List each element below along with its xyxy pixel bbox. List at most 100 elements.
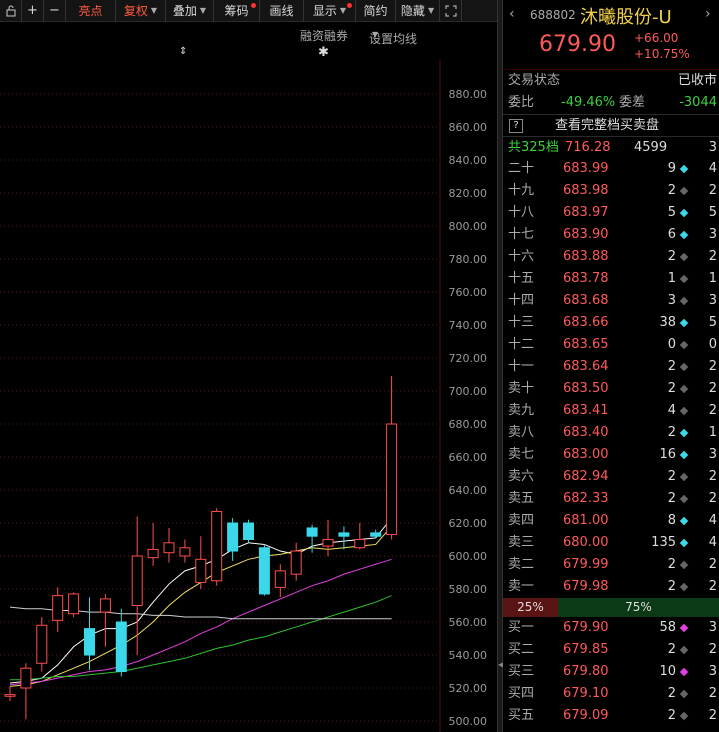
level-volume: 10 bbox=[659, 664, 676, 679]
level-count: 2 bbox=[708, 359, 717, 374]
collapse-arrow-icon[interactable]: ◀ bbox=[498, 660, 504, 669]
kline-chart[interactable]: 880.00 860.00 840.00 820.00 800.00 780.00 760.… bbox=[0, 0, 497, 732]
lock-icon[interactable] bbox=[0, 0, 22, 22]
ask-level-row[interactable]: 卖五 682.33 2 2 bbox=[503, 488, 719, 510]
weicha-label: 委差 bbox=[619, 95, 646, 110]
order-change-marker-icon bbox=[679, 645, 689, 655]
candle-up bbox=[131, 555, 143, 606]
level-volume: 2 bbox=[667, 579, 676, 594]
simple-button[interactable]: 简约 bbox=[356, 0, 396, 22]
order-change-marker-icon bbox=[679, 296, 689, 306]
candle-down bbox=[370, 532, 382, 537]
hide-button[interactable]: 隐藏 ▼ bbox=[396, 0, 440, 22]
level-label: 买四 bbox=[508, 686, 535, 701]
candle-up bbox=[20, 667, 32, 689]
ask-level-row[interactable]: 十四 683.68 3 3 bbox=[503, 290, 719, 312]
level-label: 卖一 bbox=[508, 579, 535, 594]
order-change-marker-icon bbox=[679, 450, 689, 460]
total-levels-row: 共325档 716.28 4599 3 bbox=[503, 136, 719, 158]
ask-level-row[interactable]: 卖八 683.40 2 1 bbox=[503, 422, 719, 444]
candle-up bbox=[386, 423, 398, 536]
order-change-marker-icon bbox=[679, 428, 689, 438]
ask-level-row[interactable]: 卖九 683.41 4 2 bbox=[503, 400, 719, 422]
ask-level-row[interactable]: 十五 683.78 1 1 bbox=[503, 268, 719, 290]
ask-level-row[interactable]: 卖七 683.00 16 3 bbox=[503, 444, 719, 466]
level-volume: 2 bbox=[667, 425, 676, 440]
help-icon[interactable]: ? bbox=[509, 119, 523, 133]
zoom-in-icon[interactable]: + bbox=[22, 0, 44, 22]
level-volume: 9 bbox=[667, 161, 676, 176]
ask-level-row[interactable]: 卖三 680.00 135 4 bbox=[503, 532, 719, 554]
bid-level-row[interactable]: 买一 679.90 58 3 bbox=[503, 617, 719, 639]
order-change-marker-icon bbox=[679, 406, 689, 416]
highlight-button[interactable]: 亮点 bbox=[66, 0, 116, 22]
ask-level-row[interactable]: 二十 683.99 9 4 bbox=[503, 158, 719, 180]
level-price: 682.33 bbox=[563, 491, 609, 506]
ask-level-row[interactable]: 卖六 682.94 2 2 bbox=[503, 466, 719, 488]
weibi-label: 委比 bbox=[508, 95, 535, 110]
ask-level-row[interactable]: 十六 683.88 2 2 bbox=[503, 246, 719, 268]
kline-chart-panel[interactable]: 880.00 860.00 840.00 820.00 800.00 780.00 760.… bbox=[0, 0, 497, 732]
chevron-down-icon: ▼ bbox=[427, 6, 435, 15]
level-label: 十二 bbox=[508, 337, 535, 352]
quote-panel: ‹ 688802 沐曦股份-U › 679.90 +66.00 +10.75% … bbox=[503, 0, 719, 732]
y-tick-label: 540.00 bbox=[449, 649, 488, 662]
y-tick-label: 660.00 bbox=[449, 451, 488, 464]
fullscreen-icon[interactable] bbox=[440, 0, 462, 22]
event-marker-icon[interactable]: ⇕ bbox=[179, 46, 187, 57]
chart-subbar: 融资融券 设置均线 ▼ bbox=[0, 24, 440, 46]
y-tick-label: 500.00 bbox=[449, 715, 488, 728]
level-count: 0 bbox=[708, 337, 717, 352]
notification-dot bbox=[251, 2, 256, 8]
level-label: 买五 bbox=[508, 708, 535, 723]
ma-line-5 bbox=[9, 606, 392, 620]
chips-button[interactable]: 筹码 bbox=[214, 0, 260, 22]
bid-level-row[interactable]: 买二 679.85 2 2 bbox=[503, 639, 719, 661]
level-label: 卖九 bbox=[508, 403, 535, 418]
candle-up bbox=[179, 547, 191, 557]
level-volume: 6 bbox=[667, 227, 676, 242]
level-label: 卖四 bbox=[508, 513, 535, 528]
star-marker-icon[interactable]: ✱ bbox=[318, 45, 329, 60]
level-price: 683.50 bbox=[563, 381, 609, 396]
bid-level-row[interactable]: 买五 679.09 2 2 bbox=[503, 705, 719, 727]
full-book-row[interactable]: ? 查看完整档买卖盘 bbox=[503, 114, 719, 136]
level-price: 679.09 bbox=[563, 708, 609, 723]
ask-level-row[interactable]: 卖四 681.00 8 4 bbox=[503, 510, 719, 532]
price-change: +66.00 +10.75% bbox=[634, 30, 690, 62]
level-volume: 0 bbox=[667, 337, 676, 352]
ask-level-row[interactable]: 卖十 683.50 2 2 bbox=[503, 378, 719, 400]
level-price: 679.90 bbox=[563, 620, 609, 635]
ask-level-row[interactable]: 卖二 679.99 2 2 bbox=[503, 554, 719, 576]
next-stock-icon[interactable]: › bbox=[705, 6, 711, 22]
overlay-button[interactable]: 叠加 ▼ bbox=[166, 0, 214, 22]
zoom-out-icon[interactable]: − bbox=[44, 0, 66, 22]
ask-level-row[interactable]: 十一 683.64 2 2 bbox=[503, 356, 719, 378]
ask-level-row[interactable]: 十三 683.66 38 5 bbox=[503, 312, 719, 334]
prev-stock-icon[interactable]: ‹ bbox=[509, 6, 515, 22]
y-tick-label: 860.00 bbox=[449, 121, 488, 134]
level-count: 2 bbox=[708, 708, 717, 723]
ask-level-row[interactable]: 十九 683.98 2 2 bbox=[503, 180, 719, 202]
candle-up bbox=[36, 624, 48, 664]
full-book-link[interactable]: 查看完整档买卖盘 bbox=[555, 115, 659, 137]
candle-up bbox=[354, 539, 366, 549]
order-change-marker-icon bbox=[679, 186, 689, 196]
ask-level-row[interactable]: 十八 683.97 5 5 bbox=[503, 202, 719, 224]
ask-level-row[interactable]: 卖一 679.98 2 2 bbox=[503, 576, 719, 598]
level-volume: 135 bbox=[651, 535, 676, 550]
bid-level-row[interactable]: 买四 679.10 2 2 bbox=[503, 683, 719, 705]
level-count: 2 bbox=[708, 557, 717, 572]
y-tick-label: 620.00 bbox=[449, 517, 488, 530]
ask-level-row[interactable]: 十二 683.65 0 0 bbox=[503, 334, 719, 356]
bid-level-row[interactable]: 买三 679.80 10 3 bbox=[503, 661, 719, 683]
adjust-button[interactable]: 复权 ▼ bbox=[116, 0, 166, 22]
level-count: 2 bbox=[708, 403, 717, 418]
level-price: 681.00 bbox=[563, 513, 609, 528]
margin-trading-link[interactable]: 融资融券 bbox=[300, 27, 348, 44]
draw-line-button[interactable]: 画线 bbox=[260, 0, 304, 22]
level-volume: 3 bbox=[667, 293, 676, 308]
ask-level-row[interactable]: 十七 683.90 6 3 bbox=[503, 224, 719, 246]
display-button[interactable]: 显示 ▼ bbox=[304, 0, 356, 22]
level-price: 683.97 bbox=[563, 205, 609, 220]
